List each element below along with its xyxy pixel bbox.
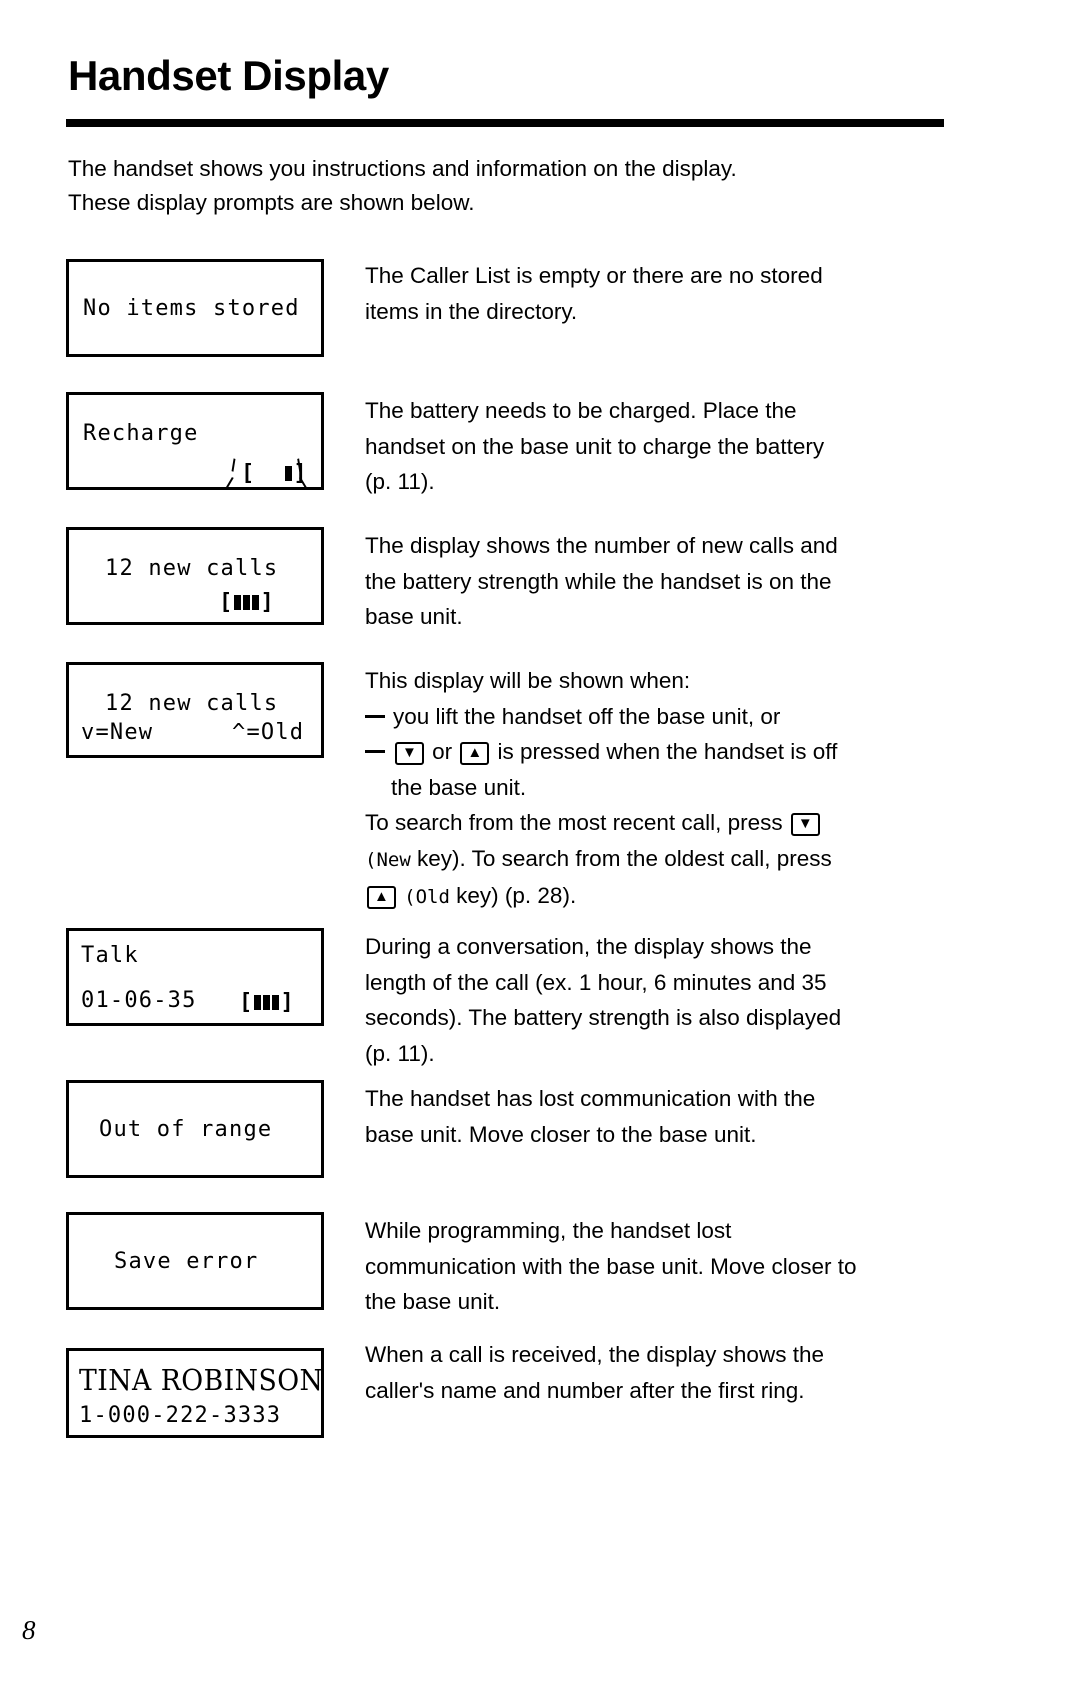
battery-icon: [] (239, 990, 295, 1015)
desc-line: (p. 11). (365, 469, 435, 494)
desc-line: handset on the base unit to charge the b… (365, 433, 825, 459)
lcd-screen-save-error: Save error (66, 1212, 324, 1310)
page-title: Handset Display (68, 52, 389, 99)
lcd-text-line-1: Talk (81, 943, 139, 968)
lcd-battery-indicator-recharge: [ ] (241, 459, 308, 486)
down-arrow-key-icon[interactable]: ▼ (790, 813, 820, 836)
em-dash-icon (365, 750, 385, 753)
desc-line: This display will be shown when: (365, 668, 691, 693)
desc-line: the base unit. (391, 774, 527, 800)
battery-icon: [] (219, 590, 275, 615)
desc-line: The Caller List is empty or there are no… (365, 263, 823, 288)
lcd-text-line-1: 12 new calls (105, 556, 279, 581)
description-save-error: While programming, the handset lost comm… (365, 1213, 950, 1320)
desc-line: communication with the base unit. Move c… (365, 1253, 857, 1279)
lcd-text-new-key: v=New (81, 720, 154, 745)
description-recharge: The battery needs to be charged. Place t… (365, 393, 950, 500)
up-arrow-key-icon[interactable]: ▲ (367, 886, 396, 909)
lcd-screen-new-calls-search: 12 new calls v=New ^=Old (66, 662, 324, 758)
lcd-text-caller-number: 1-000-222-3333 (79, 1403, 282, 1428)
em-dash-icon (365, 714, 385, 718)
description-new-calls-search: This display will be shown when: you lif… (365, 663, 950, 916)
description-new-calls-battery: The display shows the number of new call… (365, 528, 950, 635)
desc-line: seconds). The battery strength is also d… (365, 1005, 842, 1030)
lcd-screen-new-calls-battery: 12 new calls [] (66, 527, 324, 625)
description-talk: During a conversation, the display shows… (365, 929, 950, 1071)
lcd-text-call-duration: 01-06-35 (81, 988, 197, 1013)
desc-line: caller's name and number after the first… (365, 1377, 805, 1403)
intro-paragraph: The handset shows you instructions and i… (68, 152, 928, 220)
desc-text: key). To search from the oldest call, pr… (417, 845, 832, 871)
desc-text: or (432, 739, 453, 764)
lcd-screen-talk: Talk 01-06-35 [] (66, 928, 324, 1026)
description-caller-id: When a call is received, the display sho… (365, 1337, 950, 1408)
lcd-text-caller-name: TINA ROBINSON (79, 1363, 324, 1397)
desc-text-mono: (New (365, 848, 411, 871)
lcd-text-line-1: No items stored (83, 296, 300, 321)
desc-line: the base unit. (365, 1289, 501, 1314)
desc-line: When a call is received, the display sho… (365, 1342, 824, 1367)
lcd-text-old-key: ^=Old (232, 720, 305, 745)
lcd-battery-indicator-talk: [] (239, 988, 295, 1015)
title-divider (66, 119, 944, 127)
lcd-battery-indicator-new-calls: [] (219, 588, 275, 615)
desc-line-old-key: ▲ (Old key) (p. 28). (365, 878, 950, 916)
blink-mark-left-top: \ (227, 455, 239, 476)
desc-line: The display shows the number of new call… (365, 533, 838, 558)
desc-line: While programming, the handset lost (365, 1218, 732, 1243)
lcd-text-line-1: Out of range (99, 1117, 273, 1142)
lcd-screen-caller-id: TINA ROBINSON 1-000-222-3333 (66, 1348, 324, 1438)
intro-line-1: The handset shows you instructions and i… (68, 156, 737, 181)
desc-line: items in the directory. (365, 298, 578, 324)
desc-line-new-key: (New key). To search from the oldest cal… (365, 841, 950, 879)
lcd-screen-out-of-range: Out of range (66, 1080, 324, 1178)
lcd-screen-recharge: Recharge \ / / \ [ ] (66, 392, 324, 494)
lcd-text-line-1: Save error (114, 1249, 259, 1274)
description-no-items-stored: The Caller List is empty or there are no… (365, 258, 950, 329)
manual-page: Handset Display The handset shows you in… (0, 0, 1080, 1705)
up-arrow-key-icon[interactable]: ▲ (460, 742, 490, 765)
desc-line-bullet-2: ▼ or ▲ is pressed when the handset is of… (365, 734, 950, 770)
page-number: 8 (22, 1615, 36, 1645)
desc-text: To search from the most recent call, pre… (365, 810, 783, 835)
lcd-screen-no-items-stored: No items stored (66, 259, 324, 357)
desc-line-bullet-1: you lift the handset off the base unit, … (365, 699, 950, 735)
desc-line: During a conversation, the display shows… (365, 934, 812, 959)
desc-line: base unit. Move closer to the base unit. (365, 1121, 757, 1147)
desc-text: key) (p. 28). (456, 883, 577, 908)
desc-line: length of the call (ex. 1 hour, 6 minute… (365, 969, 827, 995)
description-out-of-range: The handset has lost communication with … (365, 1081, 950, 1152)
blink-mark-left-bottom: / (223, 473, 235, 494)
intro-line-2: These display prompts are shown below. (68, 190, 475, 215)
battery-icon: [ ] (241, 461, 308, 486)
desc-line: The battery needs to be charged. Place t… (365, 398, 797, 423)
desc-text: you lift the handset off the base unit, … (393, 703, 781, 729)
desc-line: the battery strength while the handset i… (365, 568, 832, 594)
lcd-text-line-1: 12 new calls (105, 691, 279, 716)
desc-line: (p. 11). (365, 1040, 435, 1066)
desc-text: is pressed when the handset is off (497, 739, 838, 764)
down-arrow-key-icon[interactable]: ▼ (395, 742, 424, 765)
desc-line: The handset has lost communication with … (365, 1086, 816, 1111)
desc-text-mono: (Old (404, 886, 450, 908)
lcd-text-line-1: Recharge (83, 421, 199, 446)
desc-line-search-recent: To search from the most recent call, pre… (365, 805, 950, 841)
desc-line: base unit. (365, 604, 463, 629)
